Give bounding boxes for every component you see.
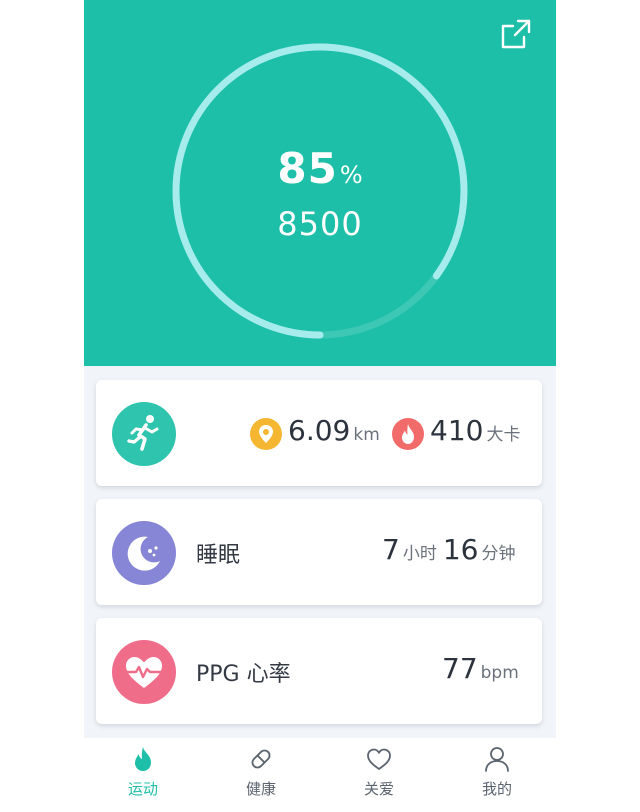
tab-sport-label: 运动 — [127, 780, 158, 798]
distance-unit: km — [353, 425, 380, 445]
heart-rate-value: 77 — [442, 652, 478, 685]
sleep-hours-value: 7 — [382, 533, 400, 566]
sleep-duration: 7 小时 16 分钟 — [382, 533, 521, 573]
heart-rate-label: PPG 心率 — [196, 662, 291, 687]
bottom-tab-bar: 运动 健康 关爱 我的 — [84, 738, 556, 812]
user-icon — [485, 747, 509, 772]
tab-care[interactable]: 关爱 — [320, 738, 438, 812]
pill-icon — [251, 749, 271, 769]
heart-rate-card[interactable]: PPG 心率 77 bpm — [96, 618, 542, 724]
tab-health-label: 健康 — [245, 780, 276, 798]
step-count: 8500 — [277, 205, 363, 243]
sleep-minutes-unit: 分钟 — [481, 544, 516, 564]
heart-rate-metric: 77 bpm — [442, 652, 525, 692]
tab-health[interactable]: 健康 — [202, 738, 320, 812]
tab-sport[interactable]: 运动 — [84, 738, 202, 812]
sleep-hours-unit: 小时 — [402, 544, 437, 564]
calories-unit: 大卡 — [486, 425, 521, 445]
goal-percent-unit: % — [339, 161, 363, 189]
flame-icon — [135, 747, 151, 771]
running-icon — [112, 402, 176, 466]
calories-metric: 410 大卡 — [392, 414, 526, 454]
tab-profile-label: 我的 — [481, 780, 512, 798]
activity-card[interactable]: 6.09 km 410 大卡 — [96, 380, 542, 486]
calories-value: 410 — [430, 414, 484, 447]
heartbeat-icon — [112, 640, 176, 704]
distance-metric: 6.09 km — [250, 414, 386, 454]
sleep-minutes-value: 16 — [442, 533, 479, 566]
heart-rate-unit: bpm — [480, 663, 519, 683]
goal-percent: 85% — [84, 144, 556, 193]
sleep-label: 睡眠 — [196, 543, 241, 568]
moon-icon — [112, 521, 176, 585]
goal-percent-value: 85 — [277, 144, 338, 193]
sleep-card[interactable]: 睡眠 7 小时 16 分钟 — [96, 499, 542, 605]
heart-outline-icon — [367, 748, 391, 770]
tab-profile[interactable]: 我的 — [438, 738, 556, 812]
location-pin-icon — [250, 418, 282, 450]
flame-icon — [392, 418, 424, 450]
step-goal-header: 85% 8500 — [84, 0, 556, 366]
app-screen: 85% 8500 6.09 km 410 大卡 睡眠 7 小时 16 分钟 PP… — [84, 0, 556, 812]
distance-value: 6.09 — [288, 414, 351, 447]
tab-care-label: 关爱 — [363, 780, 394, 798]
